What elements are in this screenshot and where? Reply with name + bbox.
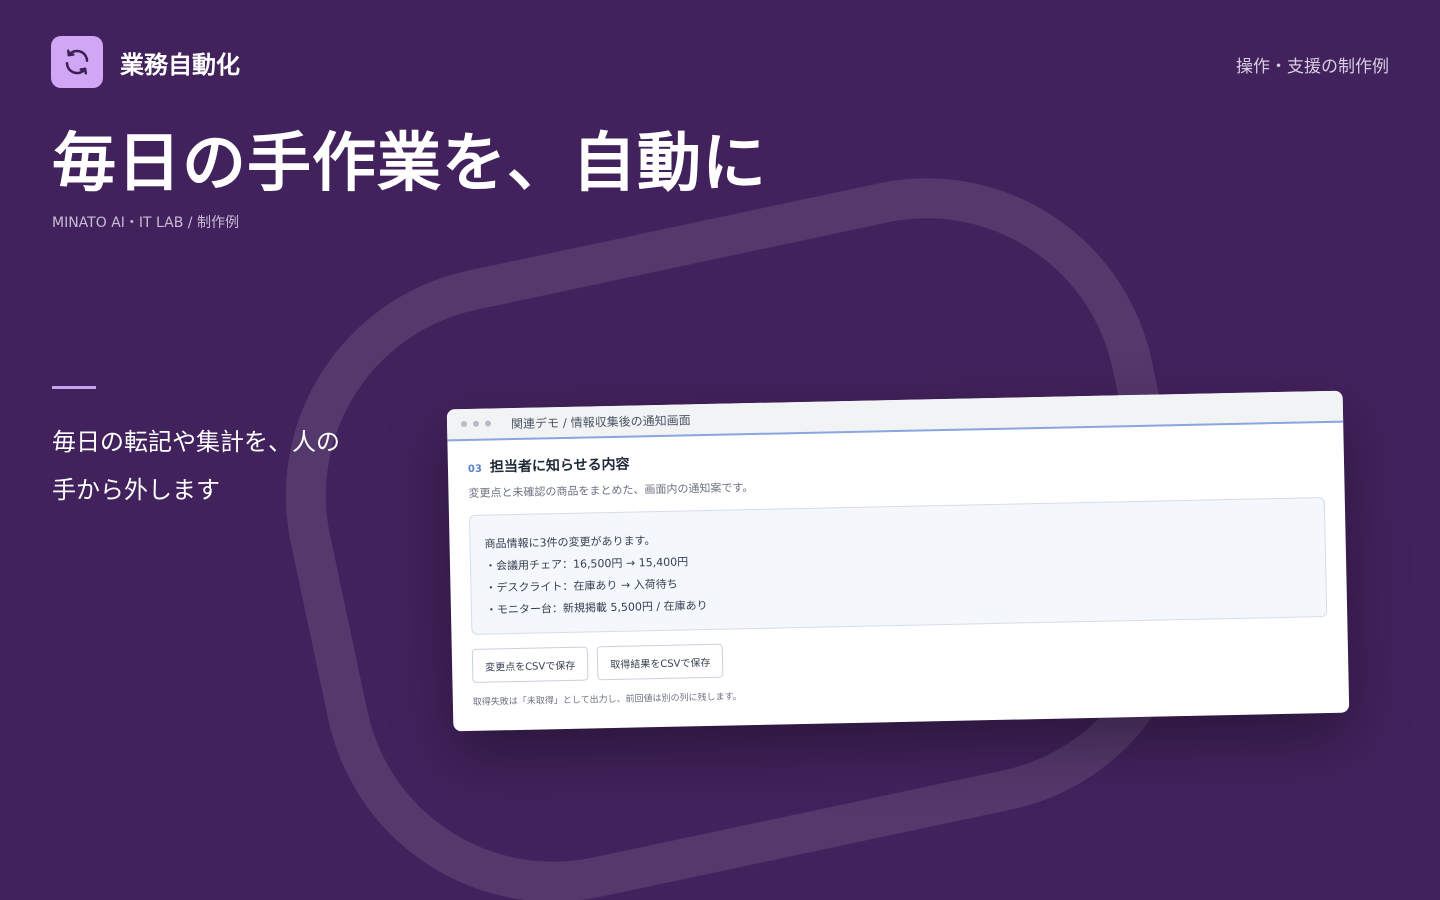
- window-body: 03 担当者に知らせる内容 変更点と未確認の商品をまとめた、画面内の通知案です。…: [447, 423, 1348, 709]
- footnote: 取得失敗は「未取得」として出力し、前回値は別の列に残します。: [472, 692, 742, 708]
- save-changes-csv-button[interactable]: 変更点をCSVで保存: [471, 646, 589, 683]
- brand[interactable]: 業務自動化: [51, 36, 240, 88]
- demo-window: 関連デモ / 情報収集後の通知画面 03 担当者に知らせる内容 変更点と未確認の…: [446, 390, 1350, 732]
- accent-divider: [52, 386, 96, 389]
- notice-box: 商品情報に3件の変更があります。 ・会議用チェア：16,500円 → 15,40…: [468, 497, 1328, 635]
- window-dot-icon[interactable]: [472, 420, 480, 427]
- window-dot-icon[interactable]: [484, 420, 492, 427]
- step-number: 03: [467, 463, 483, 475]
- step-title: 担当者に知らせる内容: [489, 456, 630, 476]
- lead-line-1: 毎日の転記や集計を、人の: [52, 428, 340, 456]
- header-link[interactable]: 操作・支援の制作例: [1236, 52, 1389, 77]
- refresh-icon: [51, 36, 103, 88]
- window-controls: [460, 420, 492, 428]
- window-dot-icon[interactable]: [460, 420, 468, 428]
- window-title: 関連デモ / 情報収集後の通知画面: [510, 412, 691, 431]
- brand-name: 業務自動化: [120, 50, 240, 79]
- action-buttons: 変更点をCSVで保存 取得結果をCSVで保存: [471, 631, 1329, 683]
- page-subtitle: MINATO AI・IT LAB / 制作例: [52, 215, 239, 231]
- save-results-csv-button[interactable]: 取得結果をCSVで保存: [596, 643, 724, 681]
- lead-text: 毎日の転記や集計を、人の 手から外します: [52, 418, 382, 514]
- page-title: 毎日の手作業を、自動に: [52, 127, 767, 201]
- lead-line-2: 手から外します: [52, 476, 220, 504]
